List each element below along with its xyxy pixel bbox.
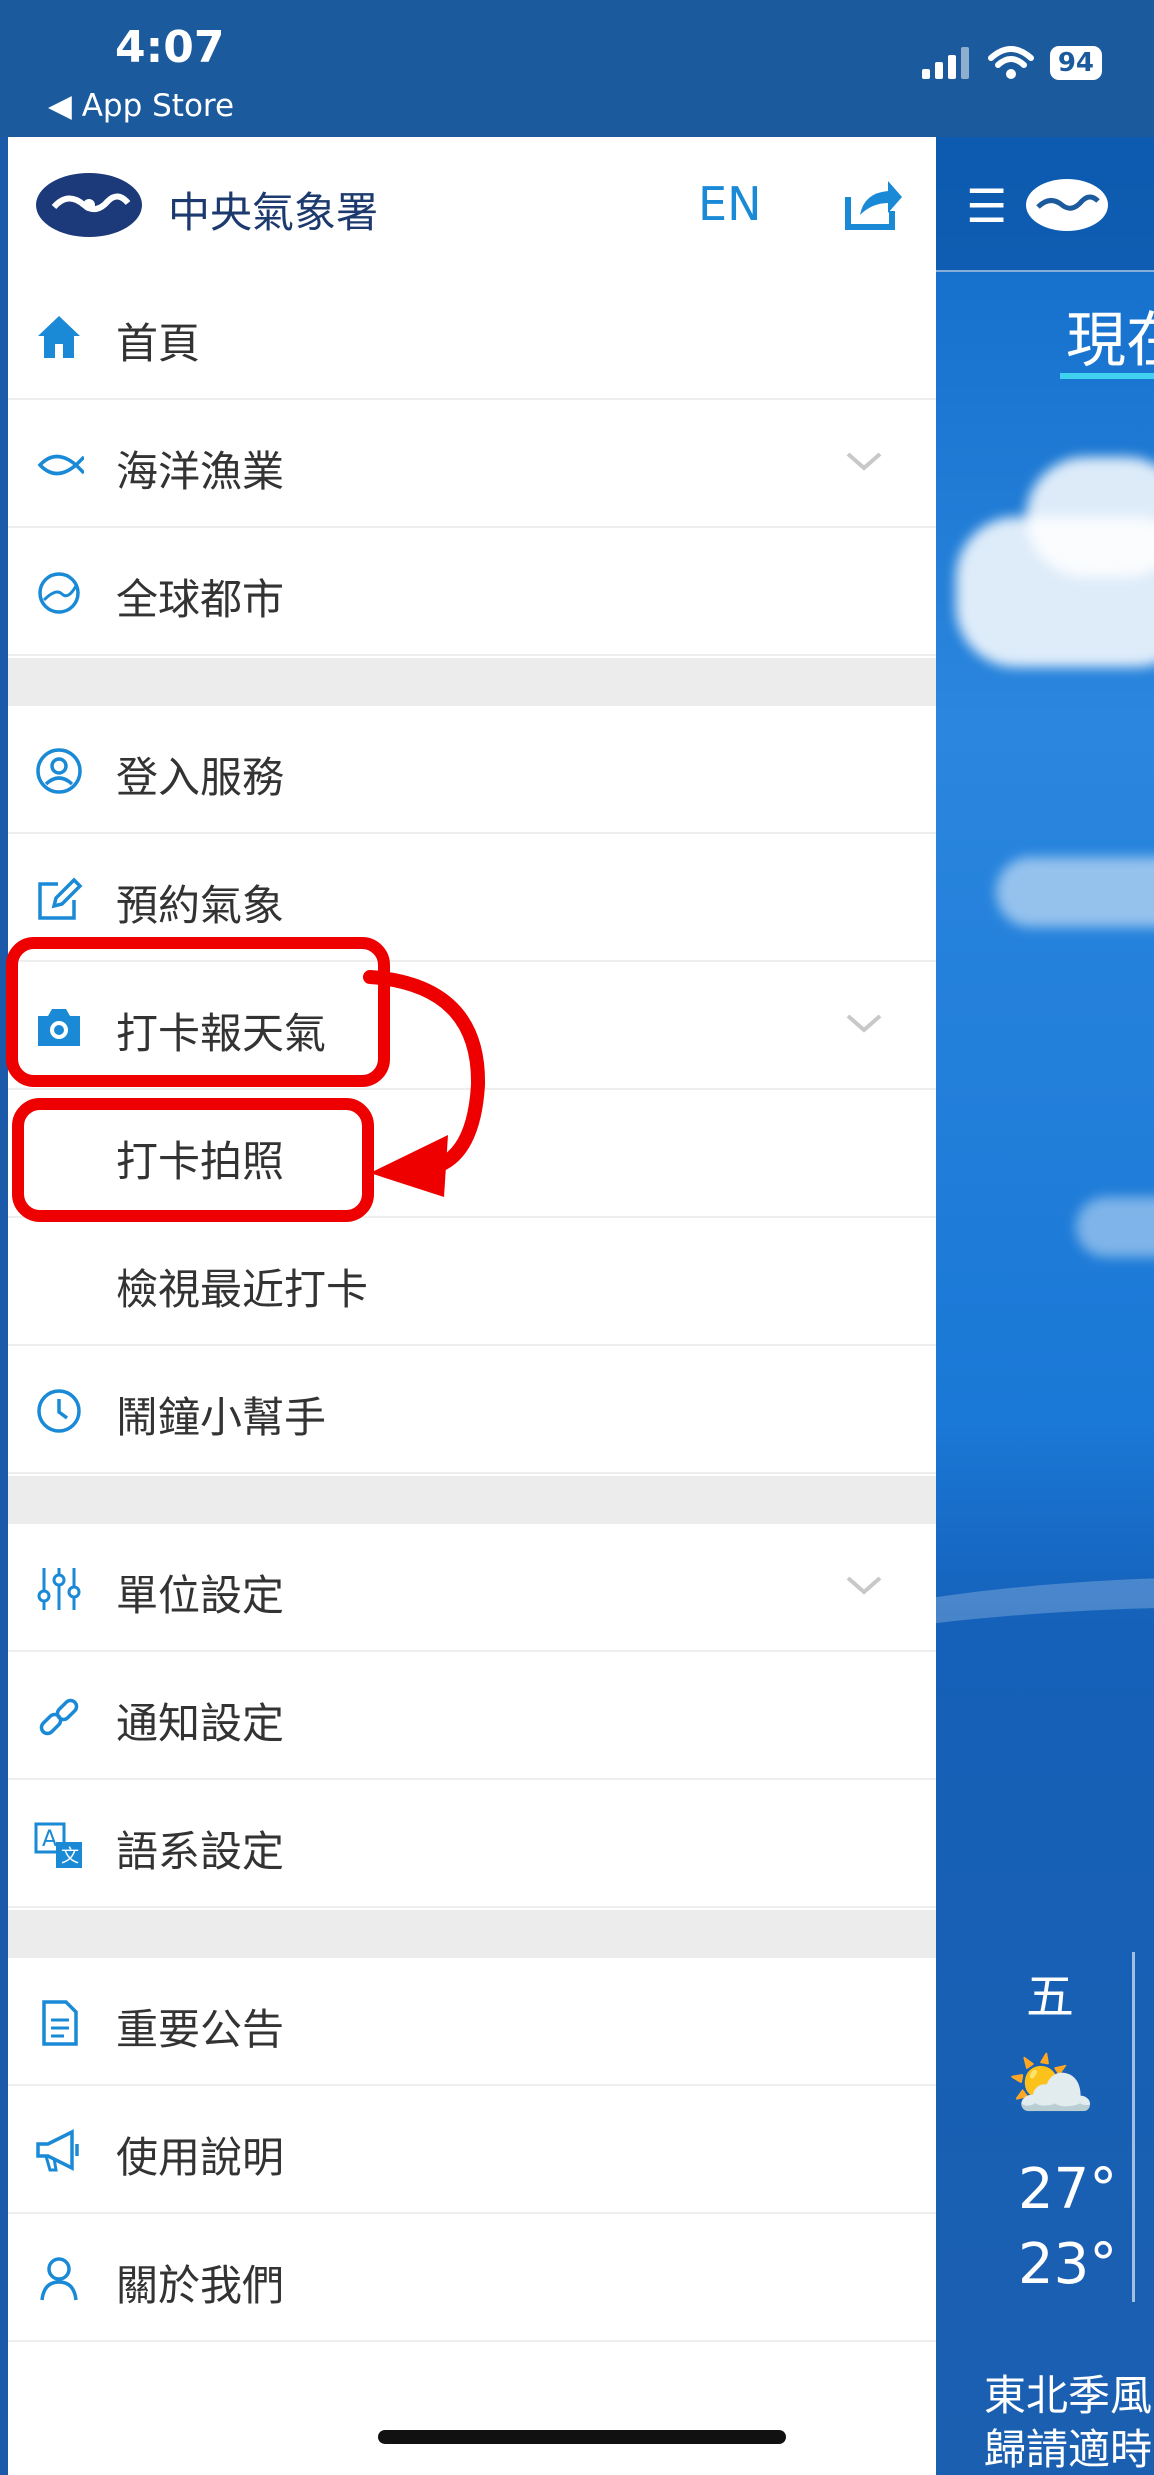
menu-label-announcements: 重要公告 [116, 2005, 285, 2054]
menu-label-unit-settings: 單位設定 [116, 1571, 285, 1620]
forecast-high: 27° [1018, 2157, 1118, 2222]
cwa-logo-icon [1026, 179, 1108, 231]
tab-indicator [1060, 373, 1154, 379]
menu-item-instructions[interactable]: 使用說明 [8, 2086, 936, 2214]
tab-now[interactable]: 現在 [1066, 292, 1154, 379]
megaphone-icon [36, 2129, 79, 2172]
language-toggle-button[interactable]: EN [698, 177, 761, 231]
menu-label-notification-settings: 通知設定 [116, 1699, 285, 1748]
menu-label-language-settings: 語系設定 [116, 1827, 285, 1876]
document-icon [42, 2000, 78, 2046]
forecast-low: 23° [1018, 2232, 1118, 2297]
edit-icon [38, 877, 83, 920]
forecast-divider [1132, 1952, 1135, 2302]
wifi-icon [987, 46, 1034, 79]
section-divider [8, 1476, 936, 1524]
section-divider [8, 1910, 936, 1958]
menu-label-global-cities: 全球都市 [116, 575, 285, 624]
menu-icon[interactable]: ☰ [966, 179, 1007, 233]
menu-label-view-recent-checkins: 檢視最近打卡 [116, 1265, 369, 1314]
menu-item-home[interactable]: 首頁 [8, 272, 936, 400]
menu-label-scheduled-weather: 預約氣象 [116, 881, 285, 930]
translate-icon: A 文 [34, 1822, 82, 1868]
background-topbar: ☰ [936, 137, 1154, 272]
status-time: 4:07 [115, 22, 225, 73]
clock-icon [37, 1389, 81, 1433]
app-name: 中央氣象署 [168, 188, 379, 237]
cwa-logo-icon [36, 173, 142, 237]
svg-text:A: A [42, 1827, 57, 1852]
user-circle-icon [36, 748, 82, 794]
status-bar: 4:07 ◀ App Store 94 [0, 0, 1154, 137]
globe-icon [38, 572, 80, 614]
partly-cloudy-icon: ⛅ [1006, 2042, 1096, 2126]
svg-text:文: 文 [61, 1846, 79, 1867]
link-icon [39, 1698, 79, 1736]
chevron-down-icon[interactable] [844, 1008, 884, 1038]
menu-item-login-service[interactable]: 登入服務 [8, 706, 936, 834]
signal-icon [921, 47, 969, 79]
highlight-checkin-photo [12, 1098, 374, 1222]
menu-label-login-service: 登入服務 [116, 753, 285, 802]
drawer-header: 中央氣象署 EN [8, 137, 936, 272]
weather-note: 東北季風 歸請適時 [984, 2371, 1153, 2474]
menu-label-instructions: 使用說明 [116, 2133, 285, 2182]
forecast-day: 五 [1026, 1969, 1075, 2025]
menu-label-about-us: 關於我們 [116, 2261, 285, 2310]
back-to-app-store[interactable]: ◀ App Store [48, 88, 234, 124]
menu-label-alarm-helper: 鬧鐘小幫手 [116, 1393, 327, 1442]
menu-item-language-settings[interactable]: A 文 語系設定 [8, 1780, 936, 1908]
chevron-down-icon[interactable] [844, 1570, 884, 1600]
section-divider [8, 658, 936, 706]
menu-label-ocean-fishery: 海洋漁業 [116, 447, 285, 496]
background-arc [936, 1577, 1154, 1877]
menu-item-announcements[interactable]: 重要公告 [8, 1958, 936, 2086]
status-icons: 94 [921, 46, 1102, 80]
fish-icon [37, 454, 84, 476]
menu-item-alarm-helper[interactable]: 鬧鐘小幫手 [8, 1346, 936, 1474]
menu-item-global-cities[interactable]: 全球都市 [8, 528, 936, 656]
background-weather-view: ☰ 現在 五 ⛅ 27° 23° 東北季風 歸請適時 [936, 137, 1154, 2475]
person-icon [40, 2257, 78, 2301]
home-icon [38, 316, 80, 358]
home-indicator [378, 2430, 786, 2444]
chevron-down-icon[interactable] [844, 446, 884, 476]
side-drawer: 中央氣象署 EN 首頁 海洋漁業 全球都市 登入服務 預約氣象 打卡報天氣 打卡… [8, 137, 936, 2475]
menu-item-notification-settings[interactable]: 通知設定 [8, 1652, 936, 1780]
menu-label-home: 首頁 [116, 319, 201, 368]
menu-item-about-us[interactable]: 關於我們 [8, 2214, 936, 2342]
submenu-item-view-recent-checkins[interactable]: 檢視最近打卡 [8, 1218, 936, 1346]
menu-item-ocean-fishery[interactable]: 海洋漁業 [8, 400, 936, 528]
sliders-icon [37, 1568, 81, 1610]
share-icon[interactable] [844, 175, 904, 231]
annotation-arrow-icon [363, 970, 486, 1197]
battery-icon: 94 [1049, 46, 1102, 80]
menu-item-unit-settings[interactable]: 單位設定 [8, 1524, 936, 1652]
